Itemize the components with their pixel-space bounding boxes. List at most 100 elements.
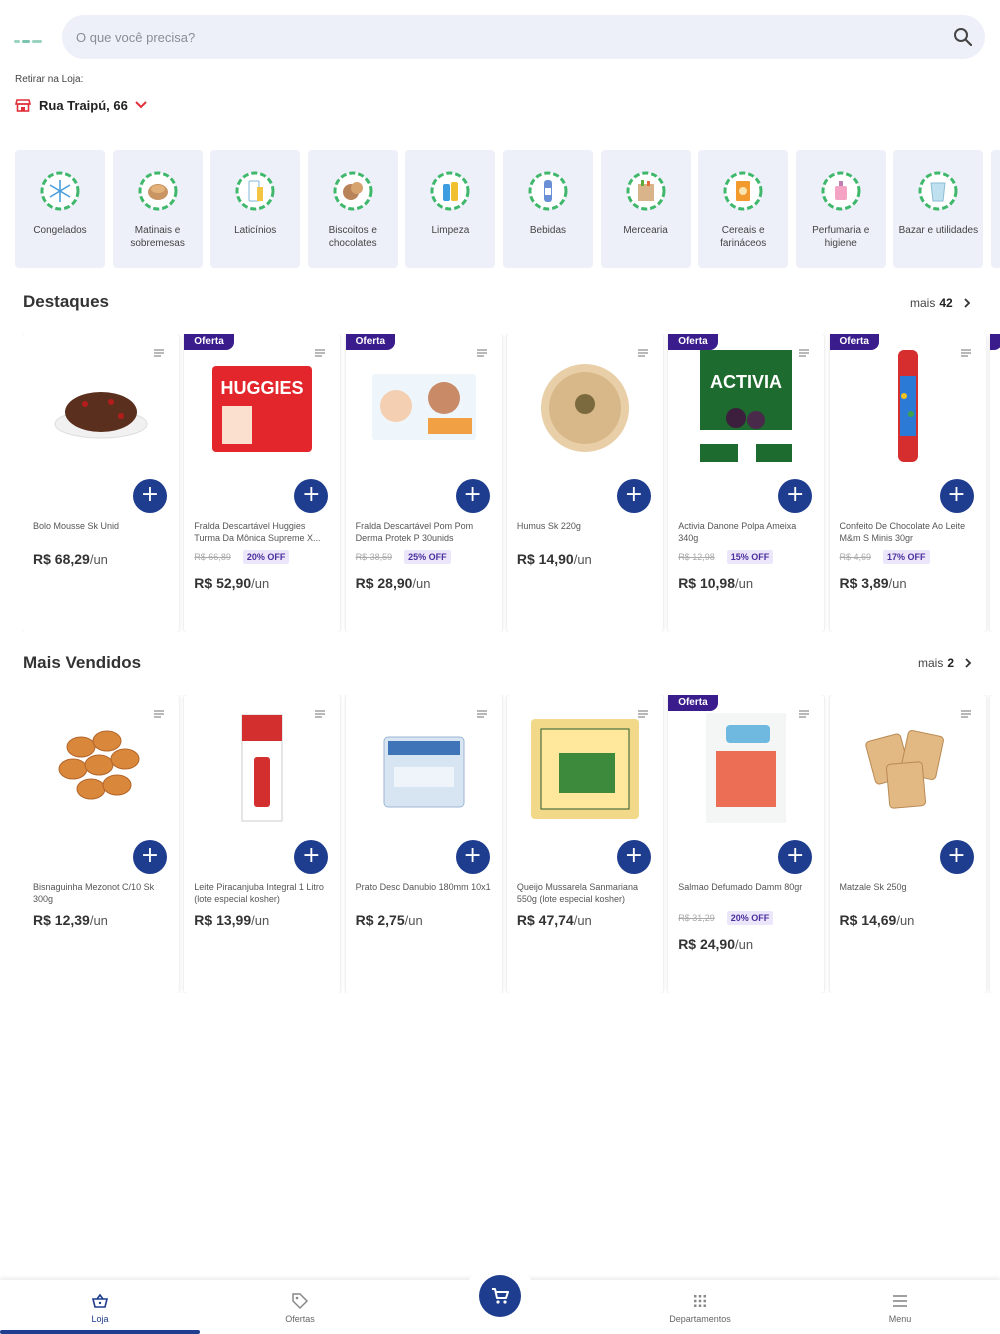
category-tile[interactable]: Laticínios bbox=[210, 150, 301, 268]
product-card-partial[interactable] bbox=[990, 334, 1000, 632]
search-input[interactable] bbox=[76, 15, 936, 59]
highlights-more-link[interactable]: mais 42 bbox=[910, 296, 973, 310]
category-tile[interactable]: Matinais e sobremesas bbox=[112, 150, 203, 268]
product-card[interactable]: Oferta ACTIVIA + Activia Danone Polpa Ameix… bbox=[668, 334, 825, 632]
price-value: R$ 12,39 bbox=[33, 912, 90, 928]
category-tile-partial[interactable] bbox=[990, 150, 1000, 268]
product-image[interactable] bbox=[41, 346, 161, 466]
category-tile[interactable]: Bebidas bbox=[502, 150, 593, 268]
search-icon[interactable] bbox=[953, 27, 973, 47]
product-name: Bolo Mousse Sk Unid bbox=[33, 521, 120, 531]
nav-label-loja: Loja bbox=[91, 1314, 109, 1324]
section-title-best-sellers: Mais Vendidos bbox=[23, 653, 142, 672]
price-value: R$ 68,29 bbox=[33, 551, 90, 567]
product-card[interactable]: + Leite Piracanjuba Integral 1 Litro (lot… bbox=[184, 695, 341, 993]
cleaning-icon bbox=[430, 171, 470, 211]
nav-label-departamentos: Departamentos bbox=[669, 1314, 731, 1324]
product-name: Bisnaguinha Mezonot C/10 Sk 300g bbox=[33, 882, 155, 904]
price-value: R$ 14,90 bbox=[516, 551, 574, 567]
product-card[interactable]: Oferta + Fralda Descartável Pom Pom Derma … bbox=[345, 334, 502, 632]
cart-button[interactable] bbox=[479, 1275, 521, 1317]
chevron-right-icon bbox=[965, 658, 972, 668]
nav-item-menu[interactable]: Menu bbox=[800, 1280, 1000, 1334]
product-image[interactable] bbox=[202, 707, 322, 827]
add-to-cart-button[interactable]: + bbox=[133, 479, 167, 513]
product-card[interactable]: + Prato Desc Danubio 180mm 10x1 R$ 2,75/un bbox=[345, 695, 502, 993]
product-image[interactable] bbox=[41, 707, 161, 827]
product-image[interactable] bbox=[848, 346, 968, 466]
price-value: R$ 28,90 bbox=[355, 575, 413, 591]
add-to-cart-button[interactable]: + bbox=[294, 479, 329, 513]
add-to-cart-button[interactable]: + bbox=[939, 840, 974, 874]
category-tile[interactable]: Perfumaria e higiene bbox=[795, 150, 886, 268]
product-image[interactable] bbox=[364, 707, 484, 827]
category-tile[interactable]: Bazar e utilidades bbox=[893, 150, 984, 268]
add-to-cart-button[interactable]: + bbox=[616, 479, 651, 513]
price-value: R$ 3,89 bbox=[839, 575, 889, 591]
product-card[interactable]: + Humus Sk 220g R$ 14,90/un bbox=[506, 334, 663, 632]
price-unit: /un bbox=[412, 576, 431, 591]
menu-icon bbox=[893, 1295, 907, 1307]
add-to-cart-button[interactable]: + bbox=[455, 479, 490, 513]
product-card-partial[interactable] bbox=[990, 695, 1000, 993]
store-selector[interactable]: Rua Traipú, 66 bbox=[15, 95, 148, 115]
price-value: R$ 52,90 bbox=[194, 575, 252, 591]
price-unit: /un bbox=[404, 913, 423, 928]
nav-item-ofertas[interactable]: Ofertas bbox=[200, 1280, 400, 1334]
category-label: Laticínios bbox=[234, 225, 277, 236]
cereal-icon bbox=[723, 171, 763, 211]
cookie-icon bbox=[333, 171, 373, 211]
add-to-cart-button[interactable]: + bbox=[294, 840, 329, 874]
price-unit: /un bbox=[573, 913, 592, 928]
product-image[interactable] bbox=[525, 707, 645, 827]
store-icon bbox=[15, 99, 31, 112]
add-to-cart-button[interactable]: + bbox=[778, 840, 813, 874]
brand-logo[interactable] bbox=[14, 33, 46, 44]
perfume-icon bbox=[821, 171, 861, 211]
category-label: Mercearia bbox=[623, 225, 668, 236]
chevron-right-icon bbox=[964, 298, 970, 308]
product-card[interactable]: Oferta HUGGIES + Fralda Descartável Huggies… bbox=[184, 334, 341, 632]
add-to-cart-button[interactable]: + bbox=[778, 479, 813, 513]
product-name: Leite Piracanjuba Integral 1 Litro (lote… bbox=[194, 882, 324, 904]
product-image[interactable]: HUGGIES bbox=[202, 346, 322, 466]
tag-icon bbox=[292, 1293, 309, 1310]
product-card[interactable]: Oferta + Confeito De Chocolate Ao Leite M&… bbox=[829, 334, 986, 632]
category-label: Bebidas bbox=[529, 225, 567, 236]
product-card[interactable]: + Matzale Sk 250g R$ 14,69/un bbox=[829, 695, 986, 993]
nav-item-departamentos[interactable]: Departamentos bbox=[600, 1280, 800, 1334]
product-card[interactable]: + Bolo Mousse Sk Unid R$ 68,29/un bbox=[23, 334, 179, 632]
category-tile[interactable]: Biscoitos e chocolates bbox=[307, 150, 398, 268]
old-price-row: R$ 12,98 15% OFF bbox=[678, 550, 774, 564]
product-image[interactable]: ACTIVIA bbox=[686, 346, 806, 466]
product-price: R$ 13,99/un bbox=[194, 912, 269, 928]
product-price: R$ 24,90/un bbox=[678, 936, 753, 952]
nav-item-loja[interactable]: Loja bbox=[0, 1280, 200, 1334]
product-card[interactable]: + Bisnaguinha Mezonot C/10 Sk 300g R$ 12,3… bbox=[23, 695, 179, 993]
product-image[interactable] bbox=[525, 346, 645, 466]
category-tile[interactable]: Limpeza bbox=[405, 150, 496, 268]
product-card[interactable]: Oferta + Salmao Defumado Damm 80gr R$ 31,29… bbox=[668, 695, 825, 993]
category-tile[interactable]: Cereais e farináceos bbox=[698, 150, 789, 268]
product-image[interactable] bbox=[848, 707, 968, 827]
best-sellers-more-link[interactable]: mais 2 bbox=[918, 656, 974, 670]
add-to-cart-button[interactable]: + bbox=[133, 840, 167, 874]
product-name: Queijo Mussarela Sanmariana 550g (lote e… bbox=[516, 882, 638, 904]
category-tile[interactable]: Congelados bbox=[15, 150, 105, 268]
product-image[interactable] bbox=[364, 346, 484, 466]
add-to-cart-button[interactable]: + bbox=[455, 840, 490, 874]
product-price: R$ 68,29/un bbox=[33, 551, 108, 567]
add-to-cart-button[interactable]: + bbox=[616, 840, 651, 874]
product-card[interactable]: + Queijo Mussarela Sanmariana 550g (lote … bbox=[506, 695, 663, 993]
category-label: Matinais e sobremesas bbox=[130, 225, 185, 249]
category-carousel: Congelados Matinais e sobremesas Laticínio… bbox=[15, 150, 1000, 268]
product-image[interactable] bbox=[686, 707, 806, 827]
product-price: R$ 28,90/un bbox=[356, 575, 431, 591]
cart-icon bbox=[492, 1288, 509, 1304]
add-to-cart-button[interactable]: + bbox=[939, 479, 974, 513]
price-unit: /un bbox=[735, 576, 754, 591]
category-tile[interactable]: Mercearia bbox=[600, 150, 691, 268]
nav-label-ofertas: Ofertas bbox=[285, 1314, 315, 1324]
grid-icon bbox=[694, 1295, 706, 1307]
product-name: Confeito De Chocolate Ao Leite M&m S Min… bbox=[839, 521, 966, 543]
